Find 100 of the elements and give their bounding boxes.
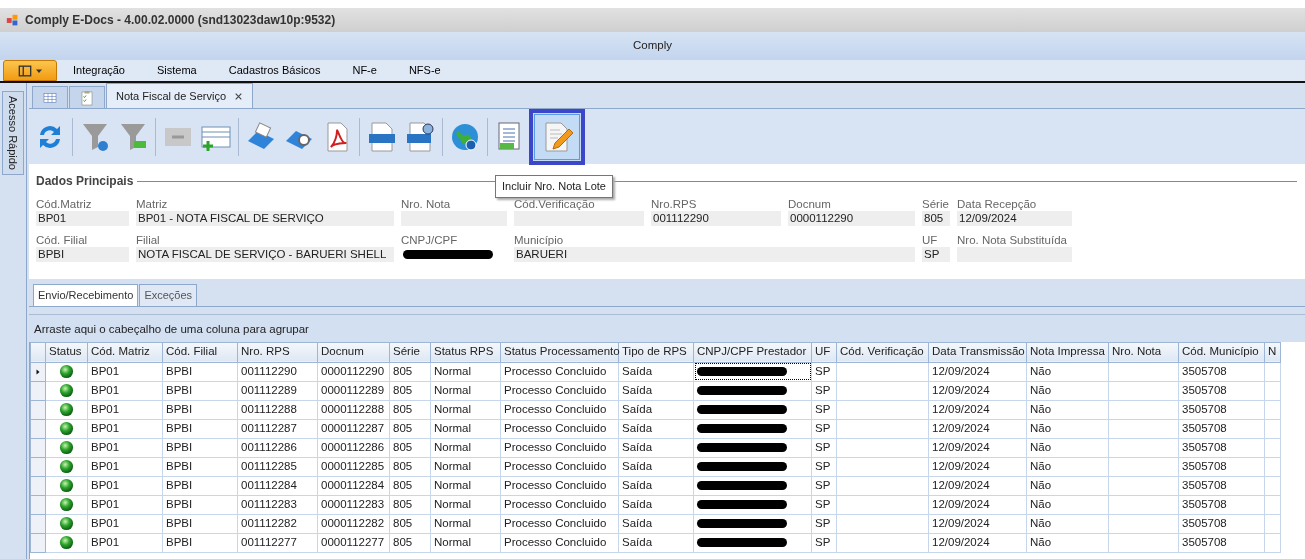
table-cell: SP [811, 495, 837, 514]
table-cell: Não [1026, 514, 1109, 533]
table-cell: 12/09/2024 [928, 438, 1027, 457]
table-cell: BP01 [87, 362, 163, 381]
table-cell: 3505708 [1178, 457, 1265, 476]
table-cell: 0000112284 [317, 476, 390, 495]
tab[interactable]: Envio/Recebimento [33, 284, 139, 306]
table-cell: Não [1026, 476, 1109, 495]
column-header[interactable]: Tipo de RPS [618, 342, 694, 362]
table-cell: Normal [430, 457, 501, 476]
table-cell: 3505708 [1178, 533, 1265, 552]
field-value[interactable]: 805 [922, 211, 950, 226]
column-header[interactable]: Status RPS [430, 342, 501, 362]
menu-item[interactable]: Cadastros Básicos [212, 61, 337, 81]
field-value[interactable]: BP01 - NOTA FISCAL DE SERVIÇO [136, 211, 394, 226]
field-value[interactable]: 0000112290 [788, 211, 915, 226]
column-header[interactable]: Nota Impressa [1026, 342, 1109, 362]
field-value[interactable]: BARUERI [514, 247, 915, 262]
table-cell: 805 [389, 419, 431, 438]
table-cell: 001112289 [237, 381, 318, 400]
table-cell: 12/09/2024 [928, 419, 1027, 438]
table-cell: SP [811, 381, 837, 400]
table-cell: 12/09/2024 [928, 533, 1027, 552]
field-value[interactable]: NOTA FISCAL DE SERVIÇO - BARUERI SHELL [136, 247, 394, 262]
table-cell: 0000112277 [317, 533, 390, 552]
field-value[interactable]: 001112290 [651, 211, 781, 226]
column-header[interactable]: CNPJ/CPF Prestador [693, 342, 812, 362]
table-cell: BPBI [162, 495, 238, 514]
document-tab[interactable] [69, 86, 105, 108]
field-label: CNPJ/CPF [401, 233, 459, 247]
table-cell: Processo Concluido [500, 438, 619, 457]
column-header[interactable]: Nro. Nota [1108, 342, 1179, 362]
app-logo-icon [6, 13, 19, 27]
field-label: Cód. Filial [36, 233, 89, 247]
field-value[interactable]: BPBI [36, 247, 129, 262]
table-cell: Processo Concluido [500, 362, 619, 381]
table-cell: Saída [618, 362, 694, 381]
table-cell: 12/09/2024 [928, 495, 1027, 514]
column-header[interactable]: Série [389, 342, 431, 362]
toolbar-button[interactable] [529, 108, 585, 165]
field-label: Filial [136, 233, 161, 247]
field-label: Cód.Matriz [36, 197, 93, 211]
table-cell: SP [811, 419, 837, 438]
row-pointer-icon [34, 367, 42, 376]
menu-item[interactable]: Integração [57, 61, 141, 81]
table-cell: 001112290 [237, 362, 318, 381]
table-cell: Não [1026, 362, 1109, 381]
column-header[interactable]: UF [811, 342, 837, 362]
app-menu-button[interactable] [3, 60, 57, 81]
column-header[interactable]: Status [45, 342, 88, 362]
menu-item[interactable]: Sistema [141, 61, 213, 81]
table-cell: Não [1026, 438, 1109, 457]
column-header[interactable]: Cód. Verificação [836, 342, 929, 362]
field-label: Nro. Nota [401, 197, 452, 211]
table-cell: 805 [389, 362, 431, 381]
table-cell: Saída [618, 419, 694, 438]
table-cell: Normal [430, 495, 501, 514]
table-cell: Não [1026, 533, 1109, 552]
table-cell: SP [811, 438, 837, 457]
tab[interactable]: Exceções [139, 284, 198, 306]
table-cell: SP [811, 514, 837, 533]
table-cell: BP01 [87, 495, 163, 514]
document-tab[interactable]: Nota Fiscal de Serviço [106, 83, 254, 108]
field-value[interactable]: BP01 [36, 211, 129, 226]
column-header[interactable]: Docnum [317, 342, 390, 362]
document-tab[interactable] [32, 86, 68, 108]
table-cell: BPBI [162, 381, 238, 400]
table-cell: 0000112283 [317, 495, 390, 514]
column-header[interactable]: Data Transmissão [928, 342, 1027, 362]
table-cell: Não [1026, 400, 1109, 419]
side-panel-tab[interactable]: Acesso Rápido [1, 91, 25, 175]
menu-item[interactable]: NFS-e [392, 61, 457, 81]
table-cell: 001112286 [237, 438, 318, 457]
menu-item[interactable]: NF-e [336, 61, 393, 81]
column-header[interactable]: Status Processamento [500, 342, 619, 362]
field-label: Cód.Verificação [514, 197, 596, 211]
column-header[interactable]: Cód. Filial [162, 342, 238, 362]
column-header[interactable]: Nro. RPS [237, 342, 318, 362]
table-cell: 12/09/2024 [928, 381, 1027, 400]
table-cell: Processo Concluido [500, 495, 619, 514]
table-cell: Saída [618, 438, 694, 457]
section-title: Dados Principais [36, 173, 134, 190]
table-cell: 001112287 [237, 419, 318, 438]
column-header[interactable]: Cód. Município [1178, 342, 1265, 362]
table-cell: 3505708 [1178, 476, 1265, 495]
table-cell: 3505708 [1178, 438, 1265, 457]
table-cell: 12/09/2024 [928, 514, 1027, 533]
table-cell: Não [1026, 419, 1109, 438]
field-value[interactable]: SP [922, 247, 950, 262]
table-cell: 12/09/2024 [928, 400, 1027, 419]
table-cell: 3505708 [1178, 495, 1265, 514]
table-cell: 001112282 [237, 514, 318, 533]
table-cell: 0000112287 [317, 419, 390, 438]
field-value[interactable]: 12/09/2024 [957, 211, 1072, 226]
window-title: Comply E-Docs - 4.00.02.0000 (snd13023daw10p:9532) [25, 12, 336, 29]
table-cell: Normal [430, 381, 501, 400]
field-label: Nro.RPS [651, 197, 698, 211]
table-cell: BP01 [87, 457, 163, 476]
tooltip: Incluir Nro. Nota Lote [495, 175, 613, 198]
column-header[interactable]: Cód. Matriz [87, 342, 163, 362]
